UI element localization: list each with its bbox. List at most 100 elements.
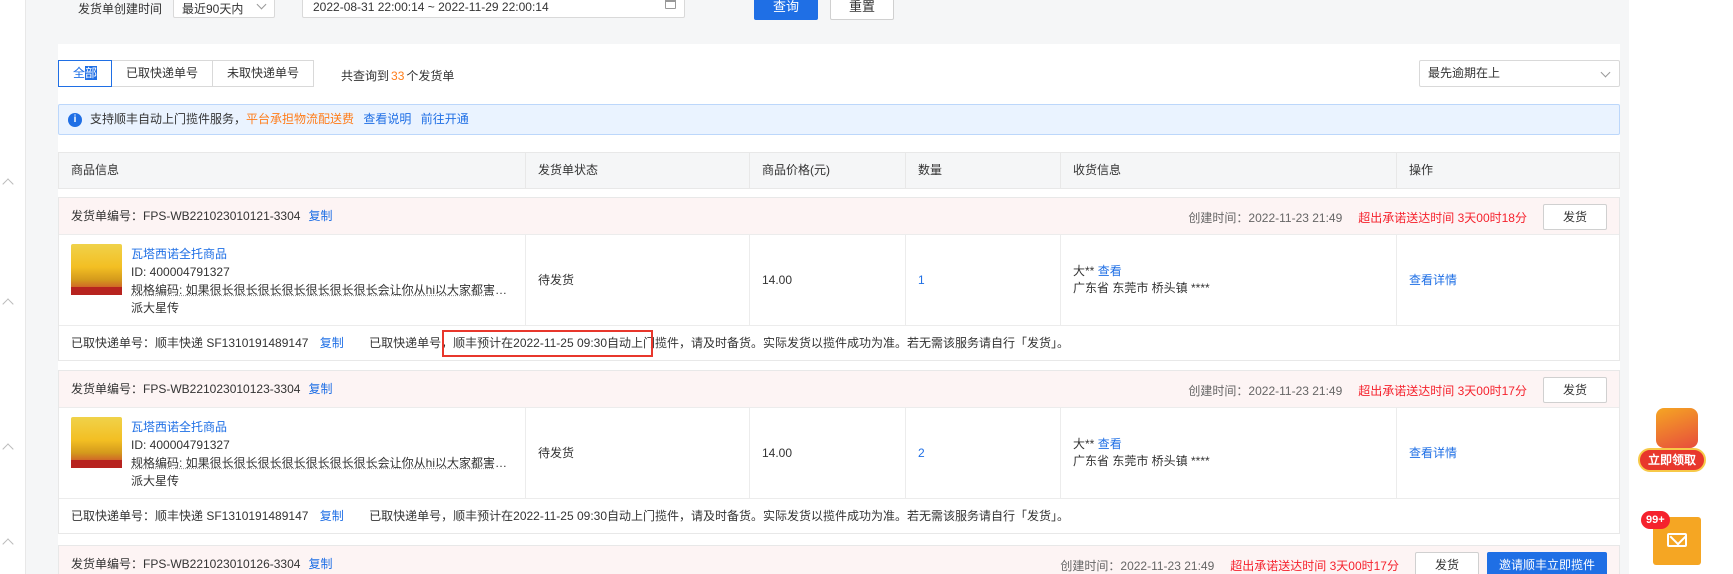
notice-text: 支持顺丰自动上门揽件服务，: [90, 112, 247, 126]
copy-order-number-button[interactable]: 复制: [308, 382, 332, 396]
copy-order-number-button[interactable]: 复制: [308, 209, 332, 223]
created-time: 创建时间：2022-11-23 21:49: [1060, 558, 1215, 573]
copy-express-button[interactable]: 复制: [320, 509, 344, 523]
copy-order-number-button[interactable]: 复制: [308, 557, 332, 571]
product-info: 瓦塔西诺全托商品 ID: 400004791327 规格编码: 如果很长很长很长…: [131, 245, 511, 317]
overdue-warning: 超出承诺送达时间 3天00时17分: [1358, 383, 1527, 398]
content-gutter-left: [26, 0, 58, 574]
express-number: 已取快递单号：顺丰快递 SF1310191489147: [71, 336, 309, 350]
reset-button[interactable]: 重置: [830, 0, 894, 20]
view-receiver-link[interactable]: 查看: [1098, 264, 1122, 278]
created-time: 创建时间：2022-11-23 21:49: [1188, 383, 1343, 398]
tab-taken[interactable]: 已取快递单号: [111, 60, 214, 87]
order-card: 发货单编号：FPS-WB221023010126-3304 复制 创建时间：202…: [58, 545, 1620, 574]
receiver-cell: 大** 查看 广东省 东莞市 桥头镇 ****: [1061, 235, 1397, 326]
order-number-text: 发货单编号：FPS-WB221023010126-3304: [71, 557, 301, 571]
receiver-address: 广东省 东莞市 桥头镇 ****: [1073, 281, 1210, 295]
date-range-value: 2022-08-31 22:00:14 ~ 2022-11-29 22:00:1…: [313, 0, 549, 14]
overdue-warning: 超出承诺送达时间 3天00时18分: [1358, 210, 1527, 225]
promo-label: 立即领取: [1638, 448, 1706, 472]
receiver-address: 广东省 东莞市 桥头镇 ****: [1073, 454, 1210, 468]
chevron-up-icon[interactable]: [2, 178, 14, 190]
promo-widget[interactable]: 立即领取: [1638, 408, 1710, 474]
qty-cell: 1: [906, 235, 1061, 326]
overdue-warning: 超出承诺送达时间 3天00时17分: [1230, 558, 1399, 573]
copy-express-button[interactable]: 复制: [320, 336, 344, 350]
tab-all-label: 全: [73, 66, 86, 80]
product-cell: 瓦塔西诺全托商品 ID: 400004791327 规格编码: 如果很长很长很长…: [59, 408, 526, 499]
notice-highlight: 平台承担物流配送费: [246, 112, 355, 126]
order-row: 瓦塔西诺全托商品 ID: 400004791327 规格编码: 如果很长很长很长…: [59, 408, 1619, 499]
order-header-actions: 创建时间：2022-11-23 21:49 超出承诺送达时间 3天00时18分 …: [1188, 204, 1607, 230]
result-count-prefix: 共查询到: [341, 69, 390, 83]
product-title[interactable]: 瓦塔西诺全托商品: [131, 418, 511, 436]
info-icon: i: [68, 113, 82, 127]
receiver-info: 大** 查看 广东省 东莞市 桥头镇 ****: [1073, 263, 1210, 297]
query-button[interactable]: 查询: [754, 0, 818, 20]
notice-banner: i 支持顺丰自动上门揽件服务，平台承担物流配送费 查看说明 前往开通: [58, 104, 1620, 135]
operation-cell: 查看详情: [1397, 408, 1619, 499]
receiver-name: 大**: [1073, 437, 1095, 451]
product-thumbnail[interactable]: [71, 244, 122, 295]
date-range-input[interactable]: 2022-08-31 22:00:14 ~ 2022-11-29 22:00:1…: [302, 0, 685, 18]
created-time: 创建时间：2022-11-23 21:49: [1188, 210, 1343, 225]
product-title[interactable]: 瓦塔西诺全托商品: [131, 245, 511, 263]
qty-cell: 2: [906, 408, 1061, 499]
notice-link-enable[interactable]: 前往开通: [421, 112, 469, 126]
order-card: 发货单编号：FPS-WB221023010121-3304 复制 创建时间：202…: [58, 197, 1620, 361]
order-number-text: 发货单编号：FPS-WB221023010123-3304: [71, 382, 301, 396]
column-header: 数量: [906, 153, 1061, 188]
result-count-number: 33: [391, 69, 405, 83]
highlight-box: [442, 330, 653, 357]
notice-link-view-explanation[interactable]: 查看说明: [363, 112, 411, 126]
tab-not-taken[interactable]: 未取快递单号: [212, 60, 315, 87]
order-card: 发货单编号：FPS-WB221023010123-3304 复制 创建时间：202…: [58, 370, 1620, 534]
price-cell: 14.00: [750, 408, 906, 499]
view-receiver-link[interactable]: 查看: [1098, 437, 1122, 451]
quantity: 1: [918, 273, 925, 287]
chevron-down-icon: [256, 0, 267, 10]
invite-pickup-button[interactable]: 邀请顺丰立即揽件: [1486, 552, 1607, 574]
order-status: 待发货: [538, 273, 575, 287]
result-count-suffix: 个发货单: [406, 69, 455, 83]
chevron-up-icon[interactable]: [2, 298, 14, 310]
mail-icon: [1667, 533, 1687, 547]
filter-label: 发货单创建时间: [78, 2, 163, 16]
order-number: 发货单编号：FPS-WB221023010126-3304 复制: [71, 546, 332, 574]
order-number: 发货单编号：FPS-WB221023010121-3304 复制: [71, 198, 332, 235]
column-header: 操作: [1409, 163, 1434, 177]
status-cell: 待发货: [526, 408, 750, 499]
product-thumbnail[interactable]: [71, 417, 122, 468]
date-range-select[interactable]: 最近90天内: [173, 0, 275, 18]
product-extra: 派大星传: [131, 474, 180, 488]
ship-button[interactable]: 发货: [1543, 204, 1607, 230]
product-cell: 瓦塔西诺全托商品 ID: 400004791327 规格编码: 如果很长很长很长…: [59, 235, 526, 326]
express-row: 已取快递单号：顺丰快递 SF1310191489147 复制 已取快递单号，顺丰…: [59, 499, 1619, 533]
view-detail-link[interactable]: 查看详情: [1409, 235, 1457, 326]
order-header: 发货单编号：FPS-WB221023010121-3304 复制 创建时间：202…: [59, 198, 1619, 235]
column-header: 商品信息: [59, 153, 526, 188]
order-header-actions: 创建时间：2022-11-23 21:49 超出承诺送达时间 3天00时17分 …: [1060, 552, 1607, 574]
receiver-cell: 大** 查看 广东省 东莞市 桥头镇 ****: [1061, 408, 1397, 499]
column-header: 商品价格(元): [750, 153, 906, 188]
chevron-up-icon[interactable]: [2, 538, 14, 550]
sort-select-value: 最先逾期在上: [1428, 66, 1501, 80]
unread-badge: 99+: [1641, 511, 1670, 529]
receiver-name: 大**: [1073, 264, 1095, 278]
order-number: 发货单编号：FPS-WB221023010123-3304 复制: [71, 371, 332, 408]
order-header: 发货单编号：FPS-WB221023010123-3304 复制 创建时间：202…: [59, 371, 1619, 408]
price: 14.00: [762, 273, 793, 287]
column-header: 发货单状态: [526, 153, 750, 188]
ship-button[interactable]: 发货: [1414, 552, 1479, 574]
tab-all[interactable]: 全部: [58, 60, 113, 87]
gift-icon: [1656, 408, 1698, 448]
view-detail-link[interactable]: 查看详情: [1409, 408, 1457, 499]
status-cell: 待发货: [526, 235, 750, 326]
receiver-info: 大** 查看 广东省 东莞市 桥头镇 ****: [1073, 436, 1210, 470]
order-row: 瓦塔西诺全托商品 ID: 400004791327 规格编码: 如果很长很长很长…: [59, 235, 1619, 326]
chevron-up-icon[interactable]: [2, 443, 14, 455]
product-extra: 派大星传: [131, 301, 180, 315]
ship-button[interactable]: 发货: [1543, 377, 1607, 403]
product-spec: 规格编码: 如果很长很长很长很长很长很长很长会让你从hi以大家都害怕的: [131, 456, 511, 470]
sort-select[interactable]: 最先逾期在上: [1419, 60, 1620, 87]
